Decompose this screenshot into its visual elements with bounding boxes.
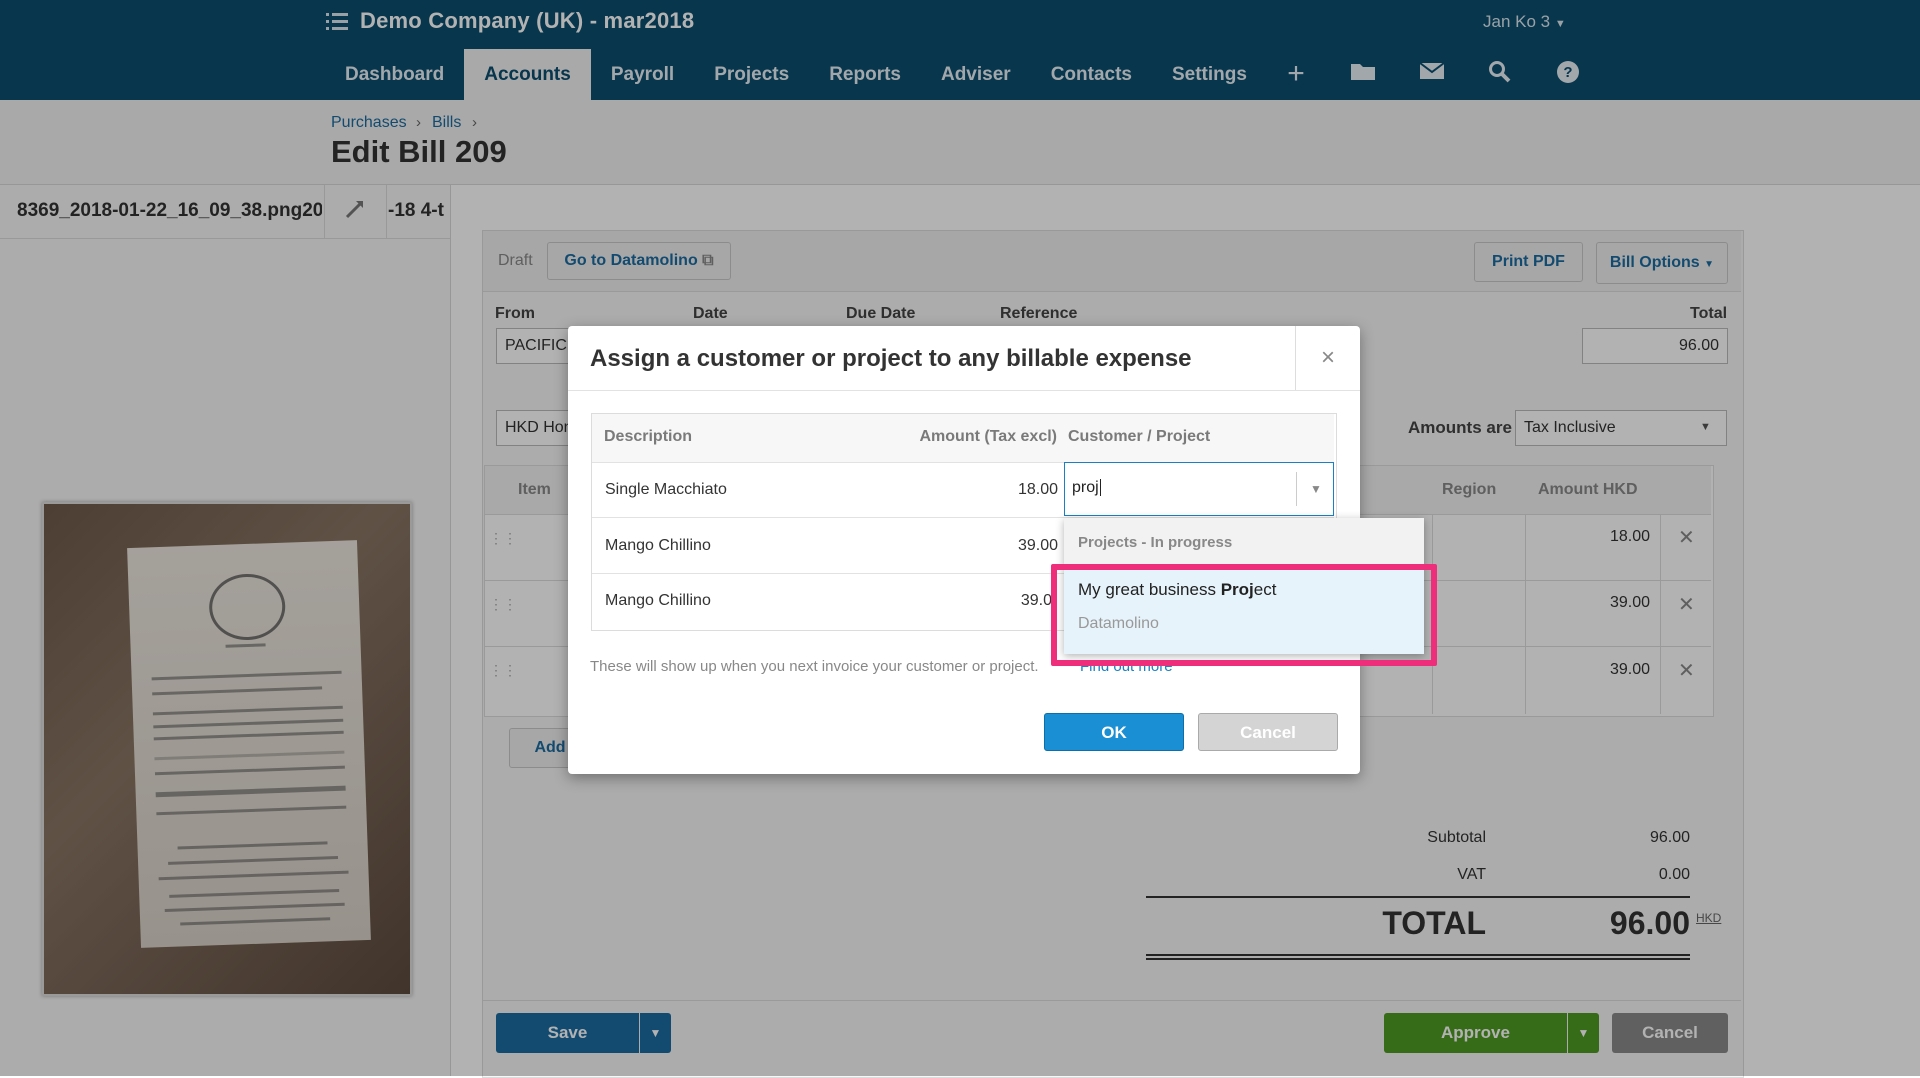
- customer-project-input-value: proj: [1072, 479, 1099, 496]
- customer-project-combobox[interactable]: [1064, 462, 1334, 516]
- row-description: Single Macchiato: [605, 481, 727, 498]
- modal-divider: [568, 390, 1360, 391]
- cancel-button[interactable]: Cancel: [1198, 713, 1338, 751]
- row-description: Mango Chillino: [605, 537, 711, 554]
- row-amount: 18.00: [1017, 481, 1058, 498]
- close-icon[interactable]: ×: [1295, 326, 1360, 390]
- col-description: Description: [604, 428, 693, 445]
- highlight-box: [1051, 564, 1437, 666]
- hint-text: These will show up when you next invoice…: [590, 658, 1039, 675]
- customer-project-input[interactable]: proj: [1072, 479, 1101, 497]
- row-description: Mango Chillino: [605, 592, 711, 609]
- row-amount: 39.0: [1020, 592, 1052, 609]
- col-amount: Amount (Tax excl): [919, 428, 1058, 445]
- ok-button[interactable]: OK: [1044, 713, 1184, 751]
- dropdown-group-label: Projects - In progress: [1078, 534, 1233, 551]
- text-caret: [1099, 479, 1101, 496]
- row-amount: 39.00: [1017, 537, 1058, 554]
- chevron-down-icon[interactable]: ▼: [1296, 472, 1335, 506]
- col-customer-project: Customer / Project: [1068, 428, 1211, 445]
- modal-title: Assign a customer or project to any bill…: [590, 345, 1192, 372]
